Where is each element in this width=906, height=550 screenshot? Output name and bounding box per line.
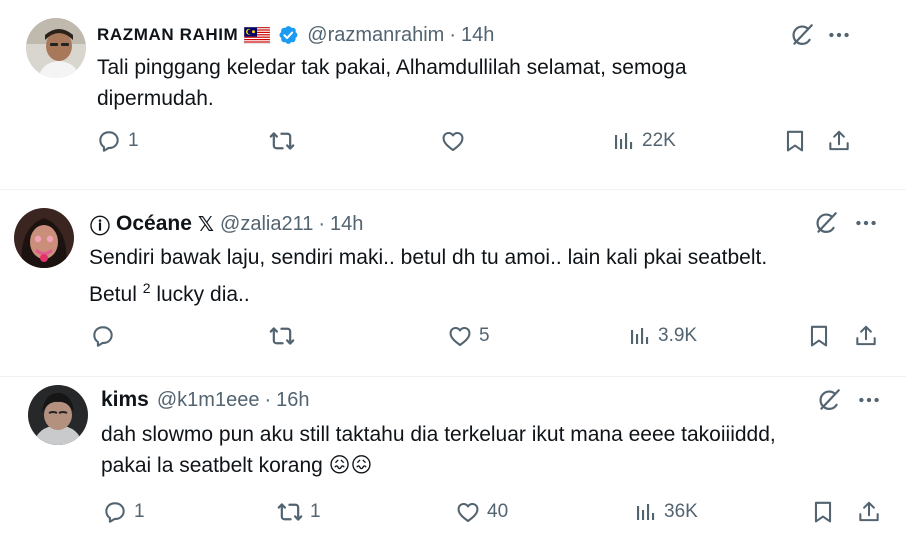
bookmark-button[interactable]: [806, 321, 832, 351]
share-button[interactable]: [826, 126, 852, 156]
verified-badge-icon[interactable]: [277, 24, 299, 46]
grok-icon[interactable]: [816, 387, 842, 418]
views-button[interactable]: 3.9K: [628, 321, 697, 351]
bookmark-button[interactable]: [782, 126, 808, 156]
tweet-header: kims @k1m1eee · 16h: [101, 387, 310, 413]
retweet-icon: [268, 127, 296, 155]
bookmark-icon: [810, 499, 836, 525]
like-button[interactable]: 40: [455, 497, 508, 527]
tweet-text-line: Sendiri bawak laju, sendiri maki.. betul…: [89, 246, 768, 269]
grok-icon[interactable]: [789, 22, 815, 53]
tweet-text: dah slowmo pun aku still taktahu dia ter…: [101, 419, 776, 481]
display-name[interactable]: kims: [101, 388, 149, 412]
like-count: 40: [487, 501, 509, 522]
views-button[interactable]: 22K: [612, 126, 676, 156]
avatar[interactable]: [28, 385, 88, 445]
heart-icon: [440, 128, 466, 154]
retweet-button[interactable]: [268, 321, 302, 351]
reply-button[interactable]: 1: [96, 126, 139, 156]
views-icon: [628, 324, 652, 348]
views-icon: [612, 129, 636, 153]
separator-dot: ·: [449, 23, 456, 46]
tweet-header: ⓘ Océane 𝕏 @zalia211 · 14h: [90, 211, 363, 238]
more-icon[interactable]: [853, 210, 879, 241]
tweet-text-line: Tali pinggang keledar tak pakai, Alhamdu…: [97, 56, 687, 79]
reply-count: 1: [128, 130, 139, 151]
tweet-card[interactable]: kims @k1m1eee · 16h dah slowmo pun aku s…: [0, 377, 906, 550]
tweet-text-segment: Betul: [89, 283, 143, 306]
bookmark-button[interactable]: [810, 497, 836, 527]
reply-icon: [102, 499, 128, 525]
avatar[interactable]: [26, 18, 86, 78]
share-icon: [853, 323, 879, 349]
timestamp[interactable]: 16h: [276, 389, 309, 412]
like-button[interactable]: 5: [447, 321, 490, 351]
display-name[interactable]: RAZMAN RAHIM: [97, 25, 238, 45]
like-button[interactable]: [440, 126, 472, 156]
x-logo-icon: 𝕏: [197, 213, 215, 236]
reply-count: 1: [134, 501, 145, 522]
tweet-card[interactable]: ⓘ Océane 𝕏 @zalia211 · 14h Sendiri bawak…: [0, 190, 906, 374]
bookmark-icon: [806, 323, 832, 349]
retweet-icon: [268, 322, 296, 350]
reply-button[interactable]: 1: [102, 497, 145, 527]
display-name[interactable]: Océane: [116, 212, 192, 236]
share-button[interactable]: [853, 321, 879, 351]
retweet-button[interactable]: 1: [276, 497, 321, 527]
reply-icon: [90, 323, 116, 349]
bookmark-icon: [782, 128, 808, 154]
share-icon: [856, 499, 882, 525]
tweet-text: Tali pinggang keledar tak pakai, Alhamdu…: [97, 52, 687, 114]
share-button[interactable]: [856, 497, 882, 527]
user-handle[interactable]: @razmanrahim: [307, 24, 444, 47]
tweet-text-segment: lucky dia..: [150, 283, 250, 306]
views-icon: [634, 500, 658, 524]
heart-icon: [447, 323, 473, 349]
retweet-button[interactable]: [268, 126, 302, 156]
tweet-header: RAZMAN RAHIM @razmanrahim · 14h: [97, 23, 494, 47]
reply-button[interactable]: [90, 321, 122, 351]
more-icon[interactable]: [856, 387, 882, 418]
tweet-text-line: dipermudah.: [97, 87, 214, 110]
like-count: 5: [479, 325, 490, 346]
flag-icon: [243, 26, 271, 44]
more-icon[interactable]: [826, 22, 852, 53]
superscript: 2: [142, 280, 151, 296]
timestamp[interactable]: 14h: [330, 213, 363, 236]
timestamp[interactable]: 14h: [461, 24, 494, 47]
user-handle[interactable]: @k1m1eee: [157, 389, 260, 412]
grok-icon[interactable]: [813, 210, 839, 241]
retweet-icon: [276, 498, 304, 526]
reply-icon: [96, 128, 122, 154]
tweet-text-line: Betul 2 lucky dia..: [89, 273, 767, 310]
views-count: 36K: [664, 501, 698, 522]
avatar[interactable]: [14, 208, 74, 268]
tweet-text: Sendiri bawak laju, sendiri maki.. betul…: [89, 242, 767, 310]
separator-dot: ·: [318, 212, 326, 235]
action-bar: 5 3.9K: [0, 321, 906, 351]
separator-dot: ·: [264, 388, 272, 411]
tweet-card[interactable]: RAZMAN RAHIM @razmanrahim · 14h Tali pin…: [0, 0, 906, 186]
share-icon: [826, 128, 852, 154]
action-bar: 1 1 40 36K: [0, 497, 906, 527]
views-count: 22K: [642, 130, 676, 151]
info-icon: ⓘ: [90, 215, 110, 238]
retweet-count: 1: [310, 501, 321, 522]
user-handle[interactable]: @zalia211: [220, 213, 313, 236]
views-button[interactable]: 36K: [634, 497, 698, 527]
action-bar: 1 22K: [0, 126, 906, 156]
tweet-text-line: dah slowmo pun aku still taktahu dia ter…: [101, 423, 776, 446]
tweet-text-line: pakai la seatbelt korang 😖😖: [101, 454, 373, 477]
views-count: 3.9K: [658, 325, 698, 346]
heart-icon: [455, 499, 481, 525]
